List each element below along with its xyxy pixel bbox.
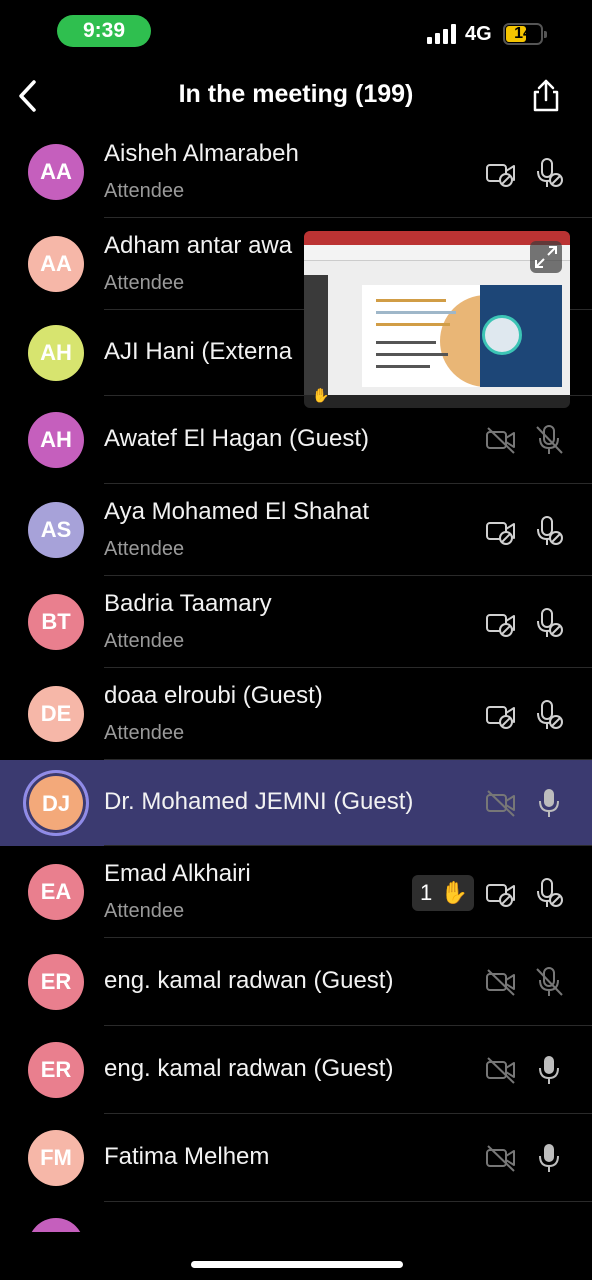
avatar: AA: [28, 236, 84, 292]
mic-off-icon[interactable]: [532, 156, 566, 190]
mic-disabled-icon[interactable]: [532, 423, 566, 457]
participant-name: Adham antar awa: [104, 232, 293, 259]
participant-name: Badria Taamary: [104, 590, 272, 617]
mic-off-icon[interactable]: [532, 514, 566, 548]
participant-name: eng. kamal radwan (Guest): [104, 1055, 394, 1082]
share-icon[interactable]: [530, 78, 562, 112]
participant-row[interactable]: AA Aisheh Almarabeh Attendee: [0, 126, 592, 218]
camera-off-icon[interactable]: [484, 698, 518, 732]
participant-row[interactable]: DJ Dr. Mohamed JEMNI (Guest): [0, 760, 592, 846]
participant-role: Attendee: [104, 900, 185, 922]
participant-name: Dr. Mohamed JEMNI (Guest): [104, 788, 414, 815]
camera-disabled-icon[interactable]: [484, 1141, 518, 1175]
participant-name: Fatima Melhem: [104, 1143, 270, 1170]
signal-icon: [427, 24, 456, 44]
participant-name: AJI Hani (Externa: [104, 338, 293, 365]
mic-icon[interactable]: [532, 786, 566, 820]
participant-row[interactable]: BT Badria Taamary Attendee: [0, 576, 592, 668]
header: In the meeting (199): [0, 66, 592, 126]
avatar: AH: [28, 325, 84, 381]
mic-off-icon[interactable]: [532, 606, 566, 640]
participant-row[interactable]: AS Aya Mohamed El Shahat Attendee: [0, 484, 592, 576]
avatar: ER: [28, 954, 84, 1010]
slide-image: [362, 285, 562, 387]
mic-icon[interactable]: [532, 1053, 566, 1087]
avatar: [28, 1218, 84, 1232]
status-bar: 9:39 4G 14: [0, 0, 592, 66]
camera-disabled-icon[interactable]: [484, 423, 518, 457]
network-type: 4G: [465, 23, 492, 45]
raised-hand-badge: 1 ✋: [412, 875, 474, 911]
raised-hand-icon: ✋: [440, 880, 468, 905]
camera-off-icon[interactable]: [484, 606, 518, 640]
camera-off-icon[interactable]: [484, 876, 518, 910]
status-time: 9:39: [57, 15, 151, 47]
avatar: DJ: [23, 770, 89, 836]
participant-row[interactable]: EA Emad Alkhairi Attendee 1 ✋: [0, 846, 592, 938]
participant-role: Attendee: [104, 538, 185, 560]
participant-role: Attendee: [104, 180, 185, 202]
avatar: EA: [28, 864, 84, 920]
battery-icon: 14: [503, 23, 547, 45]
participant-row[interactable]: [0, 1202, 592, 1232]
avatar: AA: [28, 144, 84, 200]
participant-name: doaa elroubi (Guest): [104, 682, 323, 709]
mic-off-icon[interactable]: [532, 876, 566, 910]
mic-off-icon[interactable]: [532, 698, 566, 732]
participant-row[interactable]: DE doaa elroubi (Guest) Attendee: [0, 668, 592, 760]
shared-screen-preview[interactable]: ✋: [304, 231, 570, 408]
participant-name: Aisheh Almarabeh: [104, 140, 299, 167]
participant-role: Attendee: [104, 722, 185, 744]
avatar: AS: [28, 502, 84, 558]
expand-icon[interactable]: [530, 241, 562, 273]
participant-row[interactable]: FM Fatima Melhem: [0, 1114, 592, 1202]
avatar: FM: [28, 1130, 84, 1186]
participant-row[interactable]: ER eng. kamal radwan (Guest): [0, 1026, 592, 1114]
participant-role: Attendee: [104, 272, 185, 294]
avatar: BT: [28, 594, 84, 650]
battery-level: 14: [514, 25, 532, 42]
mic-disabled-icon[interactable]: [532, 965, 566, 999]
avatar: ER: [28, 1042, 84, 1098]
page-title: In the meeting (199): [178, 80, 414, 108]
participant-name: Awatef El Hagan (Guest): [104, 425, 370, 452]
camera-disabled-icon[interactable]: [484, 786, 518, 820]
participant-name: eng. kamal radwan (Guest): [104, 967, 394, 994]
participant-row[interactable]: ER eng. kamal radwan (Guest): [0, 938, 592, 1026]
raised-hand-icon: ✋: [312, 387, 330, 403]
raised-hand-count: 1: [420, 880, 433, 905]
participant-row[interactable]: AH Awatef El Hagan (Guest): [0, 396, 592, 484]
camera-disabled-icon[interactable]: [484, 965, 518, 999]
avatar: AH: [28, 412, 84, 468]
participant-name: Emad Alkhairi: [104, 860, 251, 887]
participant-role: Attendee: [104, 630, 185, 652]
mic-icon[interactable]: [532, 1141, 566, 1175]
home-indicator[interactable]: [191, 1261, 403, 1268]
speaker-photo: [482, 315, 522, 355]
camera-off-icon[interactable]: [484, 514, 518, 548]
participant-name: Aya Mohamed El Shahat: [104, 498, 370, 525]
camera-disabled-icon[interactable]: [484, 1053, 518, 1087]
camera-off-icon[interactable]: [484, 156, 518, 190]
avatar: DE: [28, 686, 84, 742]
